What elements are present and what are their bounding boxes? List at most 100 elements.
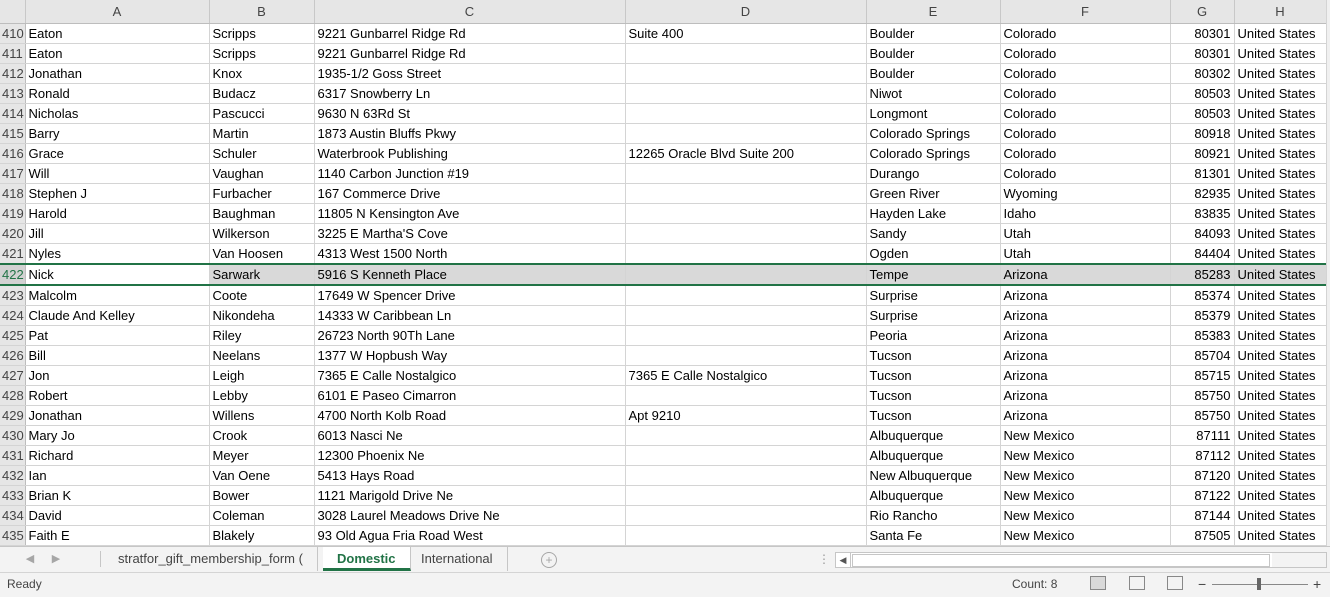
cell-d[interactable]: Apt 9210	[625, 405, 867, 426]
cell-d[interactable]	[625, 425, 867, 446]
cell-g[interactable]: 83835	[1170, 203, 1235, 224]
cell-a[interactable]: Grace	[25, 143, 210, 164]
cell-g[interactable]: 80302	[1170, 63, 1235, 84]
cell-f[interactable]: Utah	[1000, 223, 1171, 244]
cell-c[interactable]: 17649 W Spencer Drive	[314, 285, 626, 306]
cell-e[interactable]: Colorado Springs	[866, 123, 1001, 144]
cell-e[interactable]: Tucson	[866, 385, 1001, 406]
cell-h[interactable]: United States	[1234, 23, 1327, 44]
cell-a[interactable]: Eaton	[25, 23, 210, 44]
cell-d[interactable]	[625, 385, 867, 406]
cell-f[interactable]: New Mexico	[1000, 485, 1171, 506]
row-header[interactable]: 419	[0, 203, 26, 224]
row-header[interactable]: 432	[0, 465, 26, 486]
cell-d[interactable]	[625, 43, 867, 64]
cell-g[interactable]: 87144	[1170, 505, 1235, 526]
row-header[interactable]: 420	[0, 223, 26, 244]
cell-b[interactable]: Knox	[209, 63, 315, 84]
cell-c[interactable]: 6013 Nasci Ne	[314, 425, 626, 446]
column-header-d[interactable]: D	[625, 0, 867, 24]
column-header-e[interactable]: E	[866, 0, 1001, 24]
sheet-tab-stratfor-gift-membership[interactable]: stratfor_gift_membership_form (	[104, 547, 318, 571]
row-header[interactable]: 415	[0, 123, 26, 144]
cell-g[interactable]: 85283	[1170, 263, 1235, 286]
cell-g[interactable]: 85704	[1170, 345, 1235, 366]
cell-a[interactable]: Bill	[25, 345, 210, 366]
cell-f[interactable]: Colorado	[1000, 163, 1171, 184]
cell-a[interactable]: Jon	[25, 365, 210, 386]
cell-h[interactable]: United States	[1234, 83, 1327, 104]
row-header[interactable]: 411	[0, 43, 26, 64]
cell-g[interactable]: 80301	[1170, 23, 1235, 44]
cell-d[interactable]	[625, 285, 867, 306]
cell-c[interactable]: 9221 Gunbarrel Ridge Rd	[314, 23, 626, 44]
cell-h[interactable]: United States	[1234, 365, 1327, 386]
cell-c[interactable]: 12300 Phoenix Ne	[314, 445, 626, 466]
cell-a[interactable]: Richard	[25, 445, 210, 466]
cell-b[interactable]: Crook	[209, 425, 315, 446]
cell-h[interactable]: United States	[1234, 223, 1327, 244]
cell-e[interactable]: Durango	[866, 163, 1001, 184]
cell-b[interactable]: Lebby	[209, 385, 315, 406]
cell-d[interactable]: 7365 E Calle Nostalgico	[625, 365, 867, 386]
scroll-tabs-left-icon[interactable]: ◀	[22, 551, 38, 567]
selection-count[interactable]: Count: 8	[1012, 577, 1057, 591]
cell-a[interactable]: Claude And Kelley	[25, 305, 210, 326]
cell-h[interactable]: United States	[1234, 243, 1327, 265]
cell-f[interactable]: Colorado	[1000, 43, 1171, 64]
cell-d[interactable]	[625, 305, 867, 326]
cell-e[interactable]: New Albuquerque	[866, 465, 1001, 486]
cell-a[interactable]: Harold	[25, 203, 210, 224]
row-header[interactable]: 414	[0, 103, 26, 124]
cell-h[interactable]: United States	[1234, 305, 1327, 326]
row-header[interactable]: 423	[0, 285, 26, 306]
cell-c[interactable]: 1873 Austin Bluffs Pkwy	[314, 123, 626, 144]
cell-e[interactable]: Peoria	[866, 325, 1001, 346]
cell-g[interactable]: 84404	[1170, 243, 1235, 265]
row-header[interactable]: 412	[0, 63, 26, 84]
cell-a[interactable]: Will	[25, 163, 210, 184]
row-header[interactable]: 435	[0, 525, 26, 546]
cell-a[interactable]: Ian	[25, 465, 210, 486]
cell-b[interactable]: Van Oene	[209, 465, 315, 486]
cell-g[interactable]: 87120	[1170, 465, 1235, 486]
cell-a[interactable]: Faith E	[25, 525, 210, 546]
cell-d[interactable]	[625, 263, 867, 286]
cell-a[interactable]: Mary Jo	[25, 425, 210, 446]
cell-g[interactable]: 87111	[1170, 425, 1235, 446]
cell-b[interactable]: Leigh	[209, 365, 315, 386]
cell-b[interactable]: Bower	[209, 485, 315, 506]
cell-c[interactable]: 1377 W Hopbush Way	[314, 345, 626, 366]
cell-b[interactable]: Schuler	[209, 143, 315, 164]
row-header[interactable]: 430	[0, 425, 26, 446]
cell-h[interactable]: United States	[1234, 345, 1327, 366]
cell-h[interactable]: United States	[1234, 325, 1327, 346]
cell-c[interactable]: 7365 E Calle Nostalgico	[314, 365, 626, 386]
cell-a[interactable]: Jill	[25, 223, 210, 244]
cell-g[interactable]: 81301	[1170, 163, 1235, 184]
cell-e[interactable]: Boulder	[866, 63, 1001, 84]
cell-b[interactable]: Budacz	[209, 83, 315, 104]
cell-c[interactable]: Waterbrook Publishing	[314, 143, 626, 164]
cell-b[interactable]: Van Hoosen	[209, 243, 315, 265]
cell-e[interactable]: Boulder	[866, 23, 1001, 44]
cell-g[interactable]: 85379	[1170, 305, 1235, 326]
cell-f[interactable]: Colorado	[1000, 123, 1171, 144]
cell-f[interactable]: Arizona	[1000, 405, 1171, 426]
cell-d[interactable]	[625, 183, 867, 204]
cell-d[interactable]	[625, 243, 867, 265]
cell-d[interactable]	[625, 203, 867, 224]
scroll-left-icon[interactable]: ◀	[836, 553, 851, 567]
cell-e[interactable]: Boulder	[866, 43, 1001, 64]
cell-a[interactable]: Jonathan	[25, 63, 210, 84]
cell-e[interactable]: Niwot	[866, 83, 1001, 104]
cell-c[interactable]: 11805 N Kensington Ave	[314, 203, 626, 224]
cell-f[interactable]: Colorado	[1000, 143, 1171, 164]
cell-g[interactable]: 85374	[1170, 285, 1235, 306]
cell-b[interactable]: Nikondeha	[209, 305, 315, 326]
cell-g[interactable]: 85383	[1170, 325, 1235, 346]
zoom-in-icon[interactable]: +	[1313, 576, 1321, 592]
row-header[interactable]: 434	[0, 505, 26, 526]
row-header[interactable]: 425	[0, 325, 26, 346]
cell-h[interactable]: United States	[1234, 465, 1327, 486]
